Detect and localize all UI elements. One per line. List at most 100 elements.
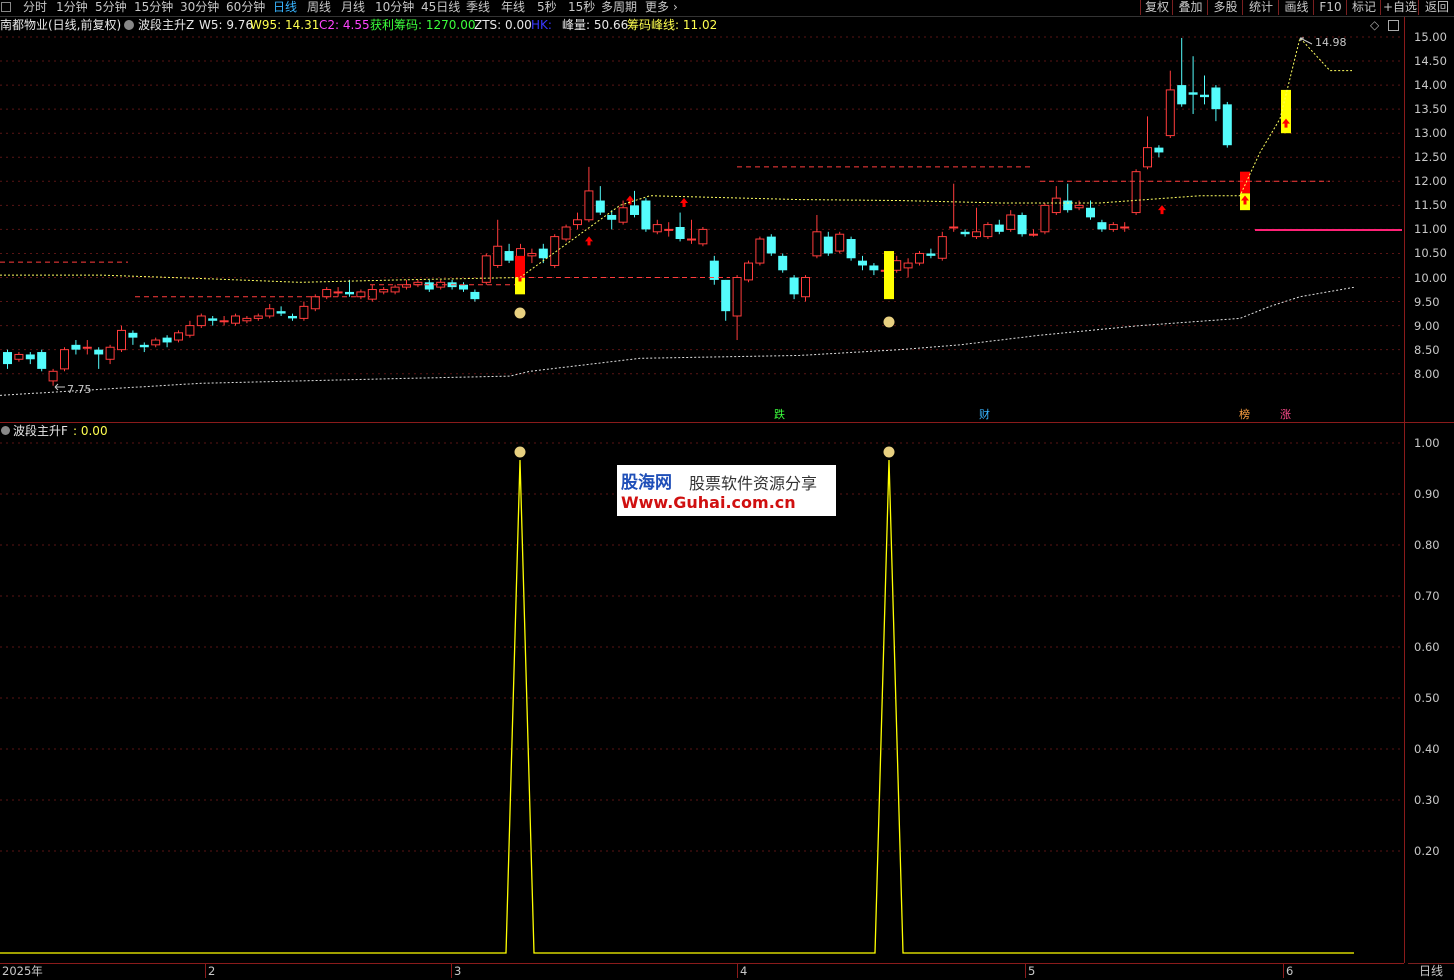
candle-down[interactable] xyxy=(1200,94,1209,98)
candle-up[interactable] xyxy=(310,296,320,310)
candle-up[interactable] xyxy=(356,291,366,298)
candle-up[interactable] xyxy=(390,286,400,293)
candle-up[interactable] xyxy=(1165,89,1175,137)
candle-down[interactable] xyxy=(630,205,639,215)
candle-up[interactable] xyxy=(219,320,229,323)
money-bag-icon[interactable] xyxy=(514,446,526,458)
candle-up[interactable] xyxy=(379,289,389,293)
candle-down[interactable] xyxy=(1097,222,1107,230)
candle-down[interactable] xyxy=(94,349,104,355)
candle-down[interactable] xyxy=(128,332,138,338)
candle-down[interactable] xyxy=(641,200,651,230)
candle-up[interactable] xyxy=(265,308,275,317)
candle-up[interactable] xyxy=(151,339,161,346)
candle-up[interactable] xyxy=(903,262,913,269)
candle-down[interactable] xyxy=(675,226,685,240)
candle-up[interactable] xyxy=(185,325,195,336)
candle-down[interactable] xyxy=(1063,200,1073,211)
candle-up[interactable] xyxy=(937,236,947,259)
candle-up[interactable] xyxy=(82,346,92,349)
candle-down[interactable] xyxy=(276,311,286,314)
signal-bar[interactable] xyxy=(1240,171,1250,194)
candle-down[interactable] xyxy=(345,291,354,295)
candle-down[interactable] xyxy=(1017,214,1027,235)
candle-down[interactable] xyxy=(1222,104,1232,146)
candle-up[interactable] xyxy=(949,226,959,229)
candle-up[interactable] xyxy=(687,238,696,241)
candle-up[interactable] xyxy=(550,236,560,266)
candle-down[interactable] xyxy=(459,284,468,290)
candle-up[interactable] xyxy=(732,277,742,317)
candle-up[interactable] xyxy=(117,329,126,351)
candle-up[interactable] xyxy=(322,289,332,298)
signal-bar[interactable] xyxy=(884,251,894,300)
candle-down[interactable] xyxy=(1211,87,1221,110)
pane-divider[interactable] xyxy=(0,422,1454,423)
candle-up[interactable] xyxy=(14,353,24,360)
candle-up[interactable] xyxy=(333,291,343,294)
candle-up[interactable] xyxy=(573,219,582,226)
candle-down[interactable] xyxy=(858,260,867,266)
candle-up[interactable] xyxy=(801,277,810,298)
candle-down[interactable] xyxy=(595,200,605,213)
candle-down[interactable] xyxy=(1154,147,1164,153)
candle-up[interactable] xyxy=(744,262,753,281)
candle-up[interactable] xyxy=(527,252,537,257)
candle-up[interactable] xyxy=(1029,233,1038,236)
candle-down[interactable] xyxy=(1188,92,1198,95)
candle-down[interactable] xyxy=(71,344,81,350)
sub-indicator-toggle-icon[interactable] xyxy=(1,426,10,435)
candle-up[interactable] xyxy=(1040,204,1050,233)
candle-down[interactable] xyxy=(288,315,297,319)
candle-up[interactable] xyxy=(1051,197,1061,214)
candle-down[interactable] xyxy=(3,352,12,365)
candle-up[interactable] xyxy=(835,233,845,252)
candle-down[interactable] xyxy=(25,354,35,360)
candle-up[interactable] xyxy=(242,317,252,322)
candle-down[interactable] xyxy=(139,344,149,348)
candle-down[interactable] xyxy=(823,236,833,254)
candle-down[interactable] xyxy=(846,239,856,259)
candle-up[interactable] xyxy=(1120,226,1130,229)
candle-down[interactable] xyxy=(960,231,970,235)
candle-up[interactable] xyxy=(231,315,240,324)
candle-up[interactable] xyxy=(1074,204,1084,209)
candle-up[interactable] xyxy=(299,305,309,319)
event-fall[interactable]: 跌 xyxy=(773,408,786,421)
event-rise[interactable]: 涨 xyxy=(1279,408,1292,421)
candle-down[interactable] xyxy=(778,255,788,271)
candle-down[interactable] xyxy=(869,265,879,271)
candle-up[interactable] xyxy=(983,224,993,238)
money-bag-icon[interactable] xyxy=(883,316,895,328)
candle-up[interactable] xyxy=(1108,224,1118,230)
candle-up[interactable] xyxy=(196,315,206,327)
candle-up[interactable] xyxy=(915,252,924,264)
candle-up[interactable] xyxy=(664,228,674,231)
candle-up[interactable] xyxy=(174,332,183,341)
candle-down[interactable] xyxy=(37,352,47,369)
candle-up[interactable] xyxy=(253,315,263,319)
candle-up[interactable] xyxy=(493,245,503,266)
candle-down[interactable] xyxy=(721,279,731,312)
candle-down[interactable] xyxy=(208,318,218,321)
money-bag-icon[interactable] xyxy=(883,446,895,458)
candle-up[interactable] xyxy=(367,289,377,300)
candle-up[interactable] xyxy=(972,231,981,238)
candle-down[interactable] xyxy=(789,277,799,295)
event-list[interactable]: 榜 xyxy=(1238,408,1251,421)
candle-up[interactable] xyxy=(561,226,571,240)
candle-up[interactable] xyxy=(584,190,594,221)
candle-up[interactable] xyxy=(1143,147,1152,168)
candle-up[interactable] xyxy=(105,346,115,360)
candle-up[interactable] xyxy=(812,231,822,257)
candle-down[interactable] xyxy=(766,236,776,254)
candle-up[interactable] xyxy=(755,238,765,264)
candle-up[interactable] xyxy=(1131,171,1141,214)
candle-down[interactable] xyxy=(162,337,172,343)
candle-down[interactable] xyxy=(424,282,434,290)
candle-down[interactable] xyxy=(607,214,617,220)
candle-down[interactable] xyxy=(994,224,1004,232)
money-bag-icon[interactable] xyxy=(514,307,526,319)
candle-up[interactable] xyxy=(652,224,662,233)
bottom-period-tab[interactable]: 日线 xyxy=(1408,963,1454,980)
